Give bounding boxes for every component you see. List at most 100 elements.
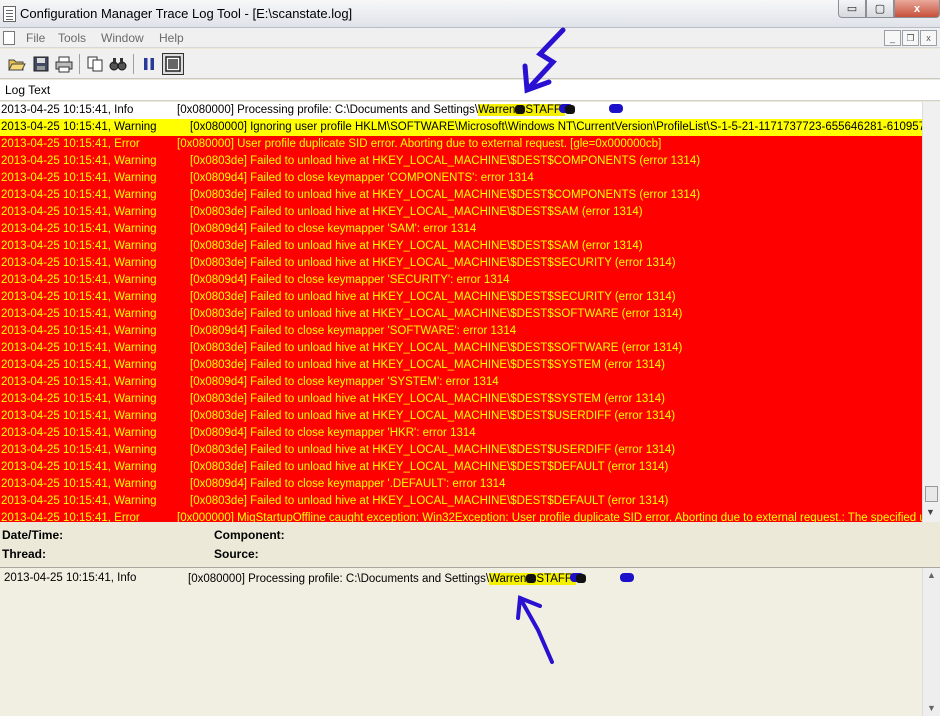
log-row-message: [0x0803de] Failed to unload hive at HKEY… (190, 308, 683, 320)
source-label: Source: (214, 547, 259, 561)
log-row[interactable]: 2013-04-25 10:15:41, Warning [0x0803de] F… (0, 408, 922, 425)
menu-window[interactable]: Window (101, 31, 144, 45)
log-row-message: [0x000000] MigStartupOffline caught exce… (177, 512, 922, 522)
document-icon[interactable] (3, 31, 15, 45)
log-row-message: [0x0809d4] Failed to close keymapper 'SA… (190, 223, 477, 235)
open-button[interactable] (6, 53, 28, 75)
copy-button[interactable] (84, 53, 106, 75)
log-row-message: [0x0803de] Failed to unload hive at HKEY… (190, 155, 701, 167)
log-row[interactable]: 2013-04-25 10:15:41, Warning [0x0803de] F… (0, 153, 922, 170)
find-button[interactable] (107, 53, 129, 75)
mdi-close-button[interactable]: x (920, 30, 937, 46)
toolbar (0, 49, 940, 79)
log-row[interactable]: 2013-04-25 10:15:41, Warning [0x0803de] F… (0, 340, 922, 357)
redaction-scribble-icon (575, 572, 634, 583)
log-row-time: 2013-04-25 10:15:41, Error (1, 138, 140, 150)
pause-button[interactable] (138, 53, 160, 75)
log-row[interactable]: 2013-04-25 10:15:41, Warning [0x0803de] F… (0, 442, 922, 459)
log-row-message: [0x0803de] Failed to unload hive at HKEY… (190, 410, 676, 422)
log-row-message: [0x080000] Ignoring user profile HKLM\SO… (190, 121, 922, 133)
log-row[interactable]: 2013-04-25 10:15:41, Error [0x080000] Use… (0, 136, 922, 153)
print-button[interactable] (53, 53, 75, 75)
app-icon (3, 6, 16, 22)
copy-icon (87, 56, 103, 72)
close-button[interactable]: x (894, 0, 940, 18)
log-row-message: [0x0803de] Failed to unload hive at HKEY… (190, 291, 676, 303)
log-row[interactable]: 2013-04-25 10:15:41, Warning [0x0809d4] F… (0, 323, 922, 340)
log-row-message: [0x0809d4] Failed to close keymapper 'HK… (190, 427, 476, 439)
highlight-toggle-button[interactable] (162, 53, 184, 75)
log-row-time: 2013-04-25 10:15:41, Warning (1, 223, 157, 235)
log-row-time: 2013-04-25 10:15:41, Warning (1, 257, 157, 269)
find-icon (109, 58, 127, 71)
log-row-time: 2013-04-25 10:15:41, Warning (1, 206, 157, 218)
details-panel: Date/Time: Component: Thread: Source: (0, 522, 940, 566)
log-row-user: Warren (478, 104, 516, 116)
pause-icon (144, 58, 154, 70)
log-row[interactable]: 2013-04-25 10:15:41, Warning [0x0803de] F… (0, 306, 922, 323)
log-row[interactable]: 2013-04-25 10:15:41, Warning [0x0809d4] F… (0, 476, 922, 493)
log-row[interactable]: 2013-04-25 10:15:41, Warning [0x0809d4] F… (0, 374, 922, 391)
log-row-message: [0x0809d4] Failed to close keymapper 'SY… (190, 376, 499, 388)
log-row-message: [0x0803de] Failed to unload hive at HKEY… (190, 189, 701, 201)
log-row-message: [0x0803de] Failed to unload hive at HKEY… (190, 393, 665, 405)
log-row[interactable]: 2013-04-25 10:15:41, Warning [0x0803de] F… (0, 187, 922, 204)
log-row-time: 2013-04-25 10:15:41, Warning (1, 189, 157, 201)
log-row-time: 2013-04-25 10:15:41, Warning (1, 308, 157, 320)
mdi-restore-button[interactable]: ❐ (902, 30, 919, 46)
menu-tools[interactable]: Tools (58, 31, 86, 45)
log-row[interactable]: 2013-04-25 10:15:41, Warning [0x0809d4] F… (0, 221, 922, 238)
log-list[interactable]: 2013-04-25 10:15:41, Info [0x080000] Proc… (0, 102, 922, 522)
log-row[interactable]: 2013-04-25 10:15:41, Warning [0x0803de] F… (0, 357, 922, 374)
toolbar-separator (79, 54, 80, 74)
maximize-button[interactable]: ▢ (866, 0, 894, 18)
log-row-time: 2013-04-25 10:15:41, Warning (1, 495, 157, 507)
mdi-minimize-button[interactable]: _ (884, 30, 901, 46)
column-header-label: Log Text (5, 83, 51, 97)
log-row[interactable]: 2013-04-25 10:15:41, Warning [0x0803de] F… (0, 391, 922, 408)
log-row[interactable]: 2013-04-25 10:15:41, Warning [0x0803de] F… (0, 289, 922, 306)
log-row-time: 2013-04-25 10:15:41, Warning (1, 291, 157, 303)
detail-text-box[interactable]: 2013-04-25 10:15:41, Info [0x080000] Pro… (0, 567, 940, 716)
detail-time: 2013-04-25 10:15:41, Info (4, 572, 137, 584)
toolbar-separator (133, 54, 134, 74)
log-row-time: 2013-04-25 10:15:41, Warning (1, 393, 157, 405)
menu-file[interactable]: File (26, 31, 45, 45)
log-row[interactable]: 2013-04-25 10:15:41, Warning [0x0809d4] F… (0, 170, 922, 187)
log-row[interactable]: 2013-04-25 10:15:41, Warning [0x0803de] F… (0, 459, 922, 476)
log-row[interactable]: 2013-04-25 10:15:41, Info [0x080000] Proc… (0, 102, 922, 119)
log-row-time: 2013-04-25 10:15:41, Warning (1, 427, 157, 439)
log-row[interactable]: 2013-04-25 10:15:41, Warning [0x080000] I… (0, 119, 922, 136)
redaction-scribble-icon (515, 103, 574, 114)
scroll-down-arrow-icon[interactable]: ▼ (926, 507, 935, 517)
log-row-message: [0x0803de] Failed to unload hive at HKEY… (190, 359, 665, 371)
print-icon (55, 56, 73, 73)
log-row-time: 2013-04-25 10:15:41, Warning (1, 240, 157, 252)
log-row-message: [0x0803de] Failed to unload hive at HKEY… (190, 240, 643, 252)
log-row[interactable]: 2013-04-25 10:15:41, Warning [0x0803de] F… (0, 493, 922, 510)
log-row-message: [0x0803de] Failed to unload hive at HKEY… (190, 206, 643, 218)
log-row[interactable]: 2013-04-25 10:15:41, Warning [0x0803de] F… (0, 255, 922, 272)
menu-help[interactable]: Help (159, 31, 184, 45)
detail-scrollbar[interactable]: ▲ ▼ (922, 568, 940, 716)
column-header-log-text[interactable]: Log Text (0, 80, 940, 101)
log-row-message: [0x0803de] Failed to unload hive at HKEY… (190, 342, 683, 354)
log-row-time: 2013-04-25 10:15:41, Warning (1, 376, 157, 388)
scroll-down-arrow-icon: ▼ (927, 703, 936, 713)
log-row-message: [0x0809d4] Failed to close keymapper 'SE… (190, 274, 510, 286)
log-row-time: 2013-04-25 10:15:41, Warning (1, 325, 157, 337)
log-row[interactable]: 2013-04-25 10:15:41, Warning [0x0809d4] F… (0, 425, 922, 442)
log-row[interactable]: 2013-04-25 10:15:41, Error [0x000000] Mig… (0, 510, 922, 522)
log-row-time: 2013-04-25 10:15:41, Warning (1, 410, 157, 422)
save-icon (33, 56, 49, 72)
scrollbar-thumb[interactable] (925, 486, 938, 502)
save-button[interactable] (30, 53, 52, 75)
highlight-icon (165, 56, 181, 72)
log-list-scrollbar[interactable]: ▼ (922, 102, 940, 522)
log-row-message: [0x080000] User profile duplicate SID er… (177, 138, 662, 150)
log-row[interactable]: 2013-04-25 10:15:41, Warning [0x0809d4] F… (0, 272, 922, 289)
log-row[interactable]: 2013-04-25 10:15:41, Warning [0x0803de] F… (0, 204, 922, 221)
log-row[interactable]: 2013-04-25 10:15:41, Warning [0x0803de] F… (0, 238, 922, 255)
log-row-time: 2013-04-25 10:15:41, Warning (1, 274, 157, 286)
minimize-button[interactable]: ▭ (838, 0, 866, 18)
